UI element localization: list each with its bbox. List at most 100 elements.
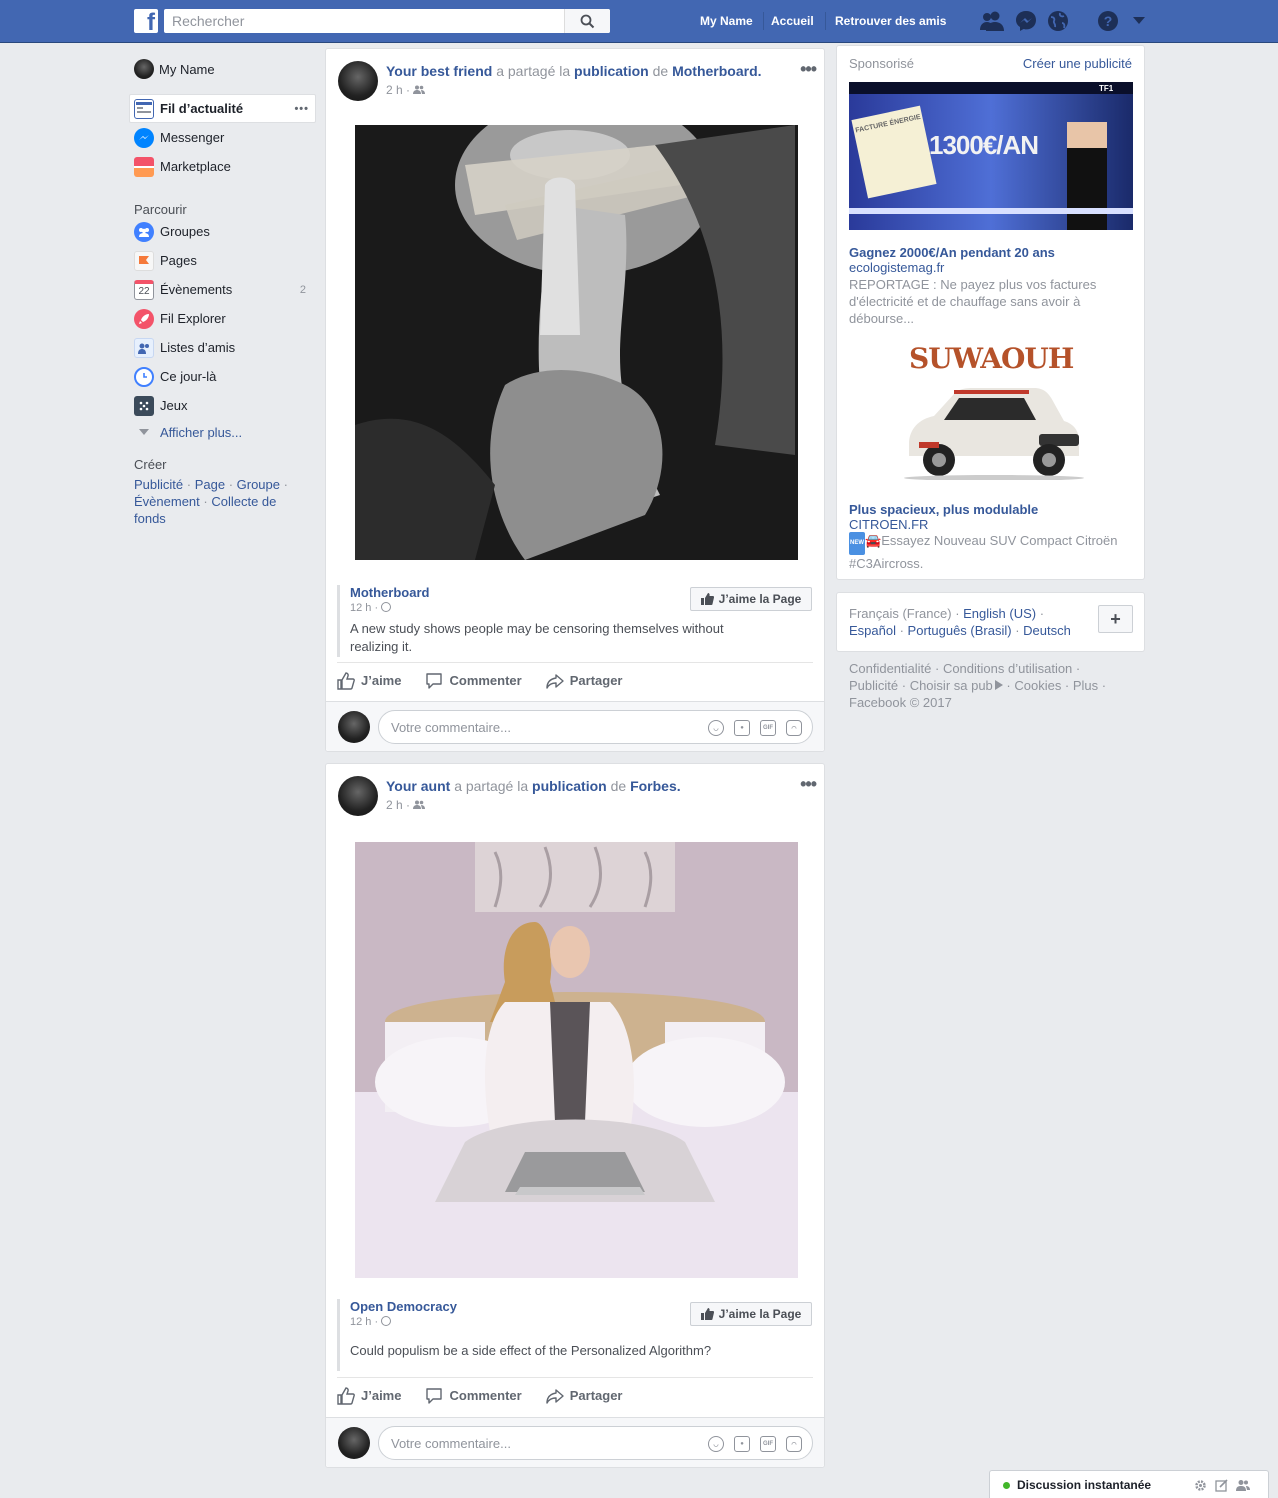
post-image[interactable] [355,125,798,560]
like-label: J’aime [361,673,402,688]
comment-box: ◡ ● GIF ◠ [378,1426,813,1460]
like-button[interactable]: J’aime [337,1386,402,1405]
timestamp-link[interactable]: 2 h · [386,83,410,97]
comment-button[interactable]: Commenter [425,672,522,690]
ad-domain[interactable]: CITROEN.FR [849,517,1133,532]
camera-icon[interactable]: ● [734,720,750,736]
create-event-link[interactable]: Évènement [134,494,200,509]
ad-title[interactable]: Plus spacieux, plus modulable [849,502,1133,517]
ad-title[interactable]: Gagnez 2000€/An pendant 20 ans [849,245,1133,260]
shared-time-text[interactable]: 12 h · [350,602,378,614]
explore-feed-rocket-icon [134,308,154,329]
sidebar-item-on-this-day[interactable]: Ce jour-là [126,362,316,391]
events-calendar-icon: 22 [134,279,154,300]
post-image[interactable] [355,842,798,1278]
ad-description: REPORTAGE : Ne payez plus vos factures d… [849,277,1097,326]
new-group-icon[interactable] [1236,1479,1250,1491]
language-link-spanish[interactable]: Español [849,623,896,638]
emoji-icon[interactable]: ◡ [708,720,724,736]
language-link-portuguese[interactable]: Português (Brasil) [908,623,1012,638]
help-icon[interactable]: ? [1097,10,1119,32]
sticker-icon[interactable]: ◠ [786,1436,802,1452]
messenger-icon[interactable] [1015,10,1037,32]
sidebar-show-more[interactable]: Afficher plus... [126,420,316,444]
language-link-german[interactable]: Deutsch [1023,623,1071,638]
profile-link[interactable]: My Name [700,14,753,28]
comment-input[interactable] [379,711,679,743]
footer-line[interactable]: Confidentialité · Conditions d’utilisati… [849,660,1139,677]
sidebar-item-groups[interactable]: Groupes [126,217,316,246]
friend-requests-icon[interactable] [980,10,1004,32]
gif-icon[interactable]: GIF [760,1436,776,1452]
like-page-button[interactable]: J’aime la Page [690,1302,812,1326]
search-input[interactable] [164,9,559,33]
search-button[interactable] [564,9,610,33]
create-group-link[interactable]: Groupe [237,477,280,492]
notifications-globe-icon[interactable] [1047,10,1069,32]
create-ad-link[interactable]: Publicité [134,477,183,492]
chat-tab[interactable]: Discussion instantanée [989,1470,1269,1498]
top-navigation-bar: f My Name Accueil Retrouver des amis ? [0,0,1278,43]
comment-button[interactable]: Commenter [425,1387,522,1405]
games-icon [134,395,154,416]
sidebar-item-messenger[interactable]: Messenger [126,123,316,152]
ad-image[interactable]: SUWAOUH [849,338,1133,488]
facebook-logo[interactable]: f [134,9,158,33]
sidebar-item-games[interactable]: Jeux [126,391,316,420]
post-options-icon[interactable]: ••• [800,59,817,80]
post-options-icon[interactable]: ••• [800,774,817,795]
find-friends-link[interactable]: Retrouver des amis [835,14,946,28]
ad-text-block: Gagnez 2000€/An pendant 20 ans ecologist… [849,245,1133,327]
publication-link[interactable]: publication [532,778,607,794]
comment-input[interactable] [379,1427,679,1459]
compose-icon[interactable] [1215,1479,1228,1492]
account-menu-chevron-icon[interactable] [1133,17,1145,25]
camera-icon[interactable]: ● [734,1436,750,1452]
home-link[interactable]: Accueil [771,14,814,28]
sidebar-profile[interactable]: My Name [126,56,316,82]
sidebar-profile-name: My Name [159,61,215,77]
like-label: J’aime [361,1388,402,1403]
language-links: Français (France) · English (US) · Españ… [849,606,1071,638]
news-feed-icon [134,98,154,119]
sidebar-item-pages[interactable]: Pages [126,246,316,275]
share-button[interactable]: Partager [546,1387,622,1405]
post-header-text: de [610,778,627,794]
sidebar-item-news-feed[interactable]: Fil d’actualité ••• [129,94,316,123]
avatar[interactable] [338,61,378,101]
more-options-icon[interactable]: ••• [294,103,309,115]
sidebar-item-friend-lists[interactable]: Listes d’amis [126,333,316,362]
footer-links-text[interactable]: · Cookies · Plus · [1003,678,1106,693]
ad-domain[interactable]: ecologistemag.fr [849,260,1133,275]
sidebar-item-events[interactable]: 22 Évènements 2 [126,275,316,304]
add-language-button[interactable]: + [1098,605,1133,633]
sharer-name[interactable]: Your best friend [386,63,492,79]
on-this-day-icon [134,366,154,387]
create-page-link[interactable]: Page [195,477,225,492]
footer-adchoices-link[interactable]: Publicité · Choisir sa pub [849,678,993,693]
like-page-button[interactable]: J’aime la Page [690,587,812,611]
sidebar-item-explore-feed[interactable]: Fil Explorer [126,304,316,333]
feed-post: Your best friend a partagé la publicatio… [325,48,825,752]
shared-time-text[interactable]: 12 h · [350,1316,378,1328]
source-link[interactable]: Motherboard. [672,63,761,79]
sidebar-item-marketplace[interactable]: Marketplace [126,152,316,181]
like-button[interactable]: J’aime [337,671,402,690]
ad-image-stripe [849,208,1133,214]
gear-icon[interactable] [1194,1479,1207,1492]
ad-image[interactable]: FACTURE ÉNERGIE 1300€/AN TF1 [849,82,1133,230]
avatar[interactable] [338,776,378,816]
groups-icon [134,221,154,242]
gif-icon[interactable]: GIF [760,720,776,736]
sidebar-item-label: Fil Explorer [160,311,226,326]
language-link-english[interactable]: English (US) [963,606,1036,621]
source-link[interactable]: Forbes. [630,778,681,794]
emoji-icon[interactable]: ◡ [708,1436,724,1452]
create-ad-link[interactable]: Créer une publicité [1023,56,1132,71]
sharer-name[interactable]: Your aunt [386,778,450,794]
ad-text-block: Plus spacieux, plus modulable CITROEN.FR… [849,502,1133,572]
sticker-icon[interactable]: ◠ [786,720,802,736]
publication-link[interactable]: publication [574,63,649,79]
share-button[interactable]: Partager [546,672,622,690]
timestamp-link[interactable]: 2 h · [386,798,410,812]
